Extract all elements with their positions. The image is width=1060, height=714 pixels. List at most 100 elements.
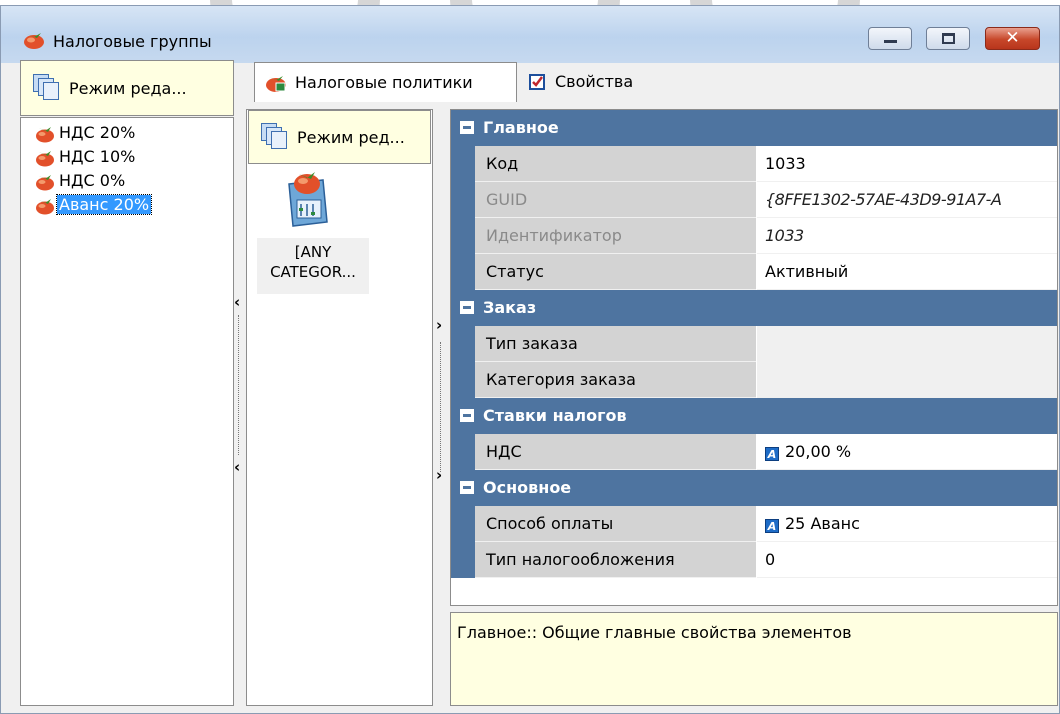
property-name: НДС [475, 434, 756, 470]
row-margin [451, 506, 475, 542]
category-icon[interactable] [283, 170, 335, 230]
property-name: Тип заказа [475, 326, 756, 362]
property-name-text: Идентификатор [486, 226, 622, 245]
expand-right-icon[interactable]: › [436, 318, 442, 333]
property-value[interactable]: 1033 [757, 146, 1057, 182]
row-margin [451, 326, 475, 362]
property-row[interactable]: Код 1033 [451, 146, 1057, 182]
property-row[interactable]: Тип налогообложения 0 [451, 542, 1057, 578]
property-value-text: 25 Аванс [785, 514, 860, 533]
property-value[interactable]: 1033 [757, 218, 1057, 254]
tab-tax-policies[interactable]: Налоговые политики [254, 62, 517, 102]
tree-item-label: Аванс 20% [55, 194, 153, 215]
category-label: Основное [483, 478, 572, 497]
collapse-icon[interactable] [460, 121, 474, 134]
maximize-icon [942, 33, 955, 44]
tomato-icon [36, 127, 54, 143]
splitter-grip [238, 315, 239, 455]
property-name-text: Статус [486, 262, 544, 281]
edit-mode-icon [33, 74, 59, 100]
tab-label: Налоговые политики [295, 73, 473, 92]
row-margin [451, 218, 475, 254]
property-value[interactable]: {8FFE1302-57AE-43D9-91A7-A [757, 182, 1057, 218]
tab-strip: Налоговые политики Свойства [254, 62, 1058, 102]
property-row[interactable]: GUID {8FFE1302-57AE-43D9-91A7-A [451, 182, 1057, 218]
tree-item-label: НДС 10% [59, 147, 136, 166]
minimize-button[interactable] [868, 27, 912, 50]
close-button[interactable]: ✕ [985, 27, 1040, 50]
property-row[interactable]: Категория заказа [451, 362, 1057, 398]
property-value[interactable]: A 20,00 % [757, 434, 1057, 470]
edit-mode-label: Режим ред... [297, 128, 405, 147]
row-margin [451, 182, 475, 218]
property-value[interactable]: 0 [757, 542, 1057, 578]
collapse-icon[interactable] [460, 409, 474, 422]
expand-right-icon[interactable]: › [436, 468, 442, 483]
tree-item-label: НДС 0% [59, 171, 126, 190]
property-name: Тип налогообложения [475, 542, 756, 578]
property-value-text: {8FFE1302-57AE-43D9-91A7-A [765, 190, 1002, 209]
property-value-text: Активный [765, 262, 849, 281]
property-grid[interactable]: Главное Код 1033 GUID {8FFE1302-57AE-43D… [450, 109, 1058, 606]
property-value-wrap: A 25 Аванс [765, 514, 860, 533]
row-margin [451, 362, 475, 398]
property-name-text: НДС [486, 442, 522, 461]
property-value[interactable]: Активный [757, 254, 1057, 290]
property-value[interactable] [757, 326, 1057, 362]
property-row[interactable]: Идентификатор 1033 [451, 218, 1057, 254]
property-name-text: Категория заказа [486, 370, 636, 389]
tab-properties[interactable]: Свойства [517, 62, 687, 102]
row-margin [451, 254, 475, 290]
title-bar[interactable]: Налоговые группы ✕ [1, 6, 1059, 63]
edit-mode-icon [261, 123, 287, 149]
property-row[interactable]: Тип заказа [451, 326, 1057, 362]
property-row[interactable]: Способ оплаты A 25 Аванс [451, 506, 1057, 542]
category-order[interactable]: Заказ [451, 290, 1057, 326]
category-label-line: [ANY [294, 243, 332, 261]
row-margin [451, 434, 475, 470]
tree-item-label: НДС 20% [59, 123, 136, 142]
edit-mode-button[interactable]: Режим ред... [248, 110, 431, 164]
right-splitter[interactable]: › › [434, 300, 446, 500]
category-basic[interactable]: Основное [451, 470, 1057, 506]
property-value[interactable] [757, 362, 1057, 398]
category-main[interactable]: Главное [451, 110, 1057, 146]
tomato-icon [36, 151, 54, 167]
maximize-button[interactable] [926, 27, 970, 50]
left-pane: Режим реда... НДС 20% НДС 10% НДС 0% Ава… [20, 60, 234, 706]
property-name: Способ оплаты [475, 506, 756, 542]
policy-list-pane: Режим ред... [ANY CATEGOR... [246, 109, 433, 706]
reference-icon: A [765, 447, 779, 461]
category-label: Заказ [483, 298, 537, 317]
collapse-icon[interactable] [460, 301, 474, 314]
property-value-text: 0 [765, 550, 776, 569]
window-title: Налоговые группы [53, 32, 212, 51]
description-panel: Главное:: Общие главные свойства элемент… [450, 612, 1058, 706]
property-name: GUID [475, 182, 756, 218]
category-item-label[interactable]: [ANY CATEGOR... [257, 238, 369, 294]
property-name-text: Тип налогообложения [486, 550, 675, 569]
property-name-text: Способ оплаты [486, 514, 614, 533]
category-label-line: CATEGOR... [270, 263, 356, 281]
category-tax-rates[interactable]: Ставки налогов [451, 398, 1057, 434]
property-name: Статус [475, 254, 756, 290]
tomato-icon [36, 175, 54, 191]
property-row[interactable]: Статус Активный [451, 254, 1057, 290]
tab-label: Свойства [555, 72, 634, 91]
tax-group-tree[interactable]: НДС 20% НДС 10% НДС 0% Аванс 20% [20, 117, 234, 706]
row-margin [451, 542, 475, 578]
tomato-app-icon [24, 33, 44, 49]
property-name-text: Тип заказа [486, 334, 578, 353]
collapse-icon[interactable] [460, 481, 474, 494]
property-name: Код [475, 146, 756, 182]
category-label: Главное [483, 118, 559, 137]
property-name-text: GUID [486, 190, 528, 209]
property-name: Категория заказа [475, 362, 756, 398]
property-value[interactable]: A 25 Аванс [757, 506, 1057, 542]
minimize-icon [884, 40, 897, 43]
edit-mode-button[interactable]: Режим реда... [20, 60, 234, 116]
properties-checkbox-icon [529, 74, 545, 90]
property-value-text: 1033 [765, 226, 804, 245]
property-row[interactable]: НДС A 20,00 % [451, 434, 1057, 470]
close-icon: ✕ [1005, 28, 1020, 48]
